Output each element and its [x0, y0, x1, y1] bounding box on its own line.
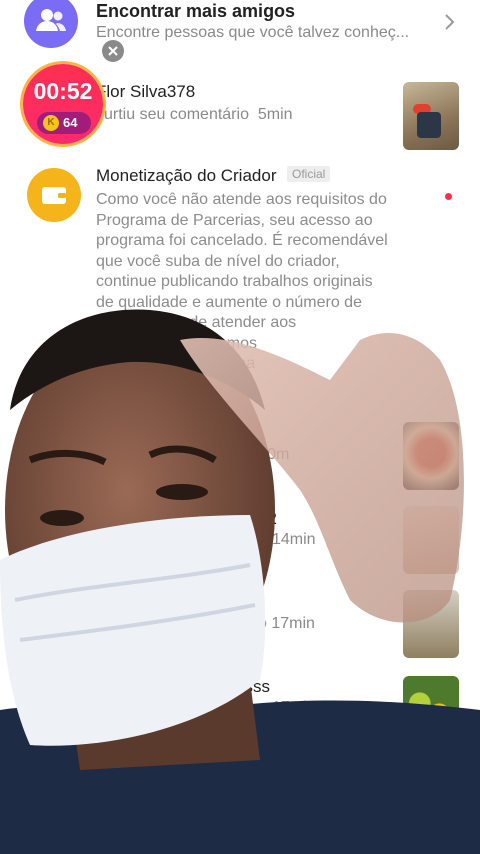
close-icon[interactable]	[102, 40, 124, 62]
partial-row-1-meta: ção 10m	[228, 446, 290, 463]
find-friends-row[interactable]: Encontrar mais amigos Encontre pessoas q…	[0, 0, 480, 60]
people-icon	[36, 9, 66, 31]
field-thumbnail[interactable]	[403, 590, 459, 658]
person-thumbnail[interactable]	[403, 506, 459, 574]
monetization-title: Monetização do Criador	[96, 166, 277, 185]
notif-username: Flor Silva378	[96, 82, 196, 101]
chevron-right-icon[interactable]	[443, 12, 457, 37]
food-thumbnail[interactable]	[403, 422, 459, 490]
notif-thumbnail[interactable]	[403, 82, 459, 150]
friends-avatar	[24, 0, 78, 48]
partial-row-3-meta: o 17min	[258, 615, 315, 632]
partial-row-4-meta: 17min	[272, 699, 316, 716]
monetization-avatar	[27, 168, 81, 222]
coin-count: 64	[63, 115, 78, 130]
official-badge: Oficial	[287, 166, 331, 182]
timer-text: 00:52	[33, 78, 93, 104]
partial-row-4-text: ssss	[236, 677, 270, 696]
coin-icon: K	[43, 115, 59, 131]
fruit-thumbnail[interactable]	[403, 676, 459, 744]
partial-row-1-text: filha	[228, 424, 260, 443]
find-friends-title: Encontrar mais amigos	[96, 1, 296, 21]
notif-action: curtiu seu comentário 5min	[96, 106, 293, 123]
notif-time: 5min	[257, 106, 293, 123]
unread-dot	[445, 193, 452, 200]
partial-row-2-text: 62	[258, 509, 277, 528]
timer-widget[interactable]: 00:52 K 64	[23, 64, 103, 144]
partial-row-2-meta: 14min	[272, 531, 316, 548]
coin-badge: K 64	[37, 112, 91, 134]
find-friends-subtitle: Encontre pessoas que você talvez conheç.…	[96, 24, 410, 41]
wallet-icon	[42, 187, 66, 204]
monetization-message: Como você não atende aos requisitos do P…	[96, 191, 388, 393]
